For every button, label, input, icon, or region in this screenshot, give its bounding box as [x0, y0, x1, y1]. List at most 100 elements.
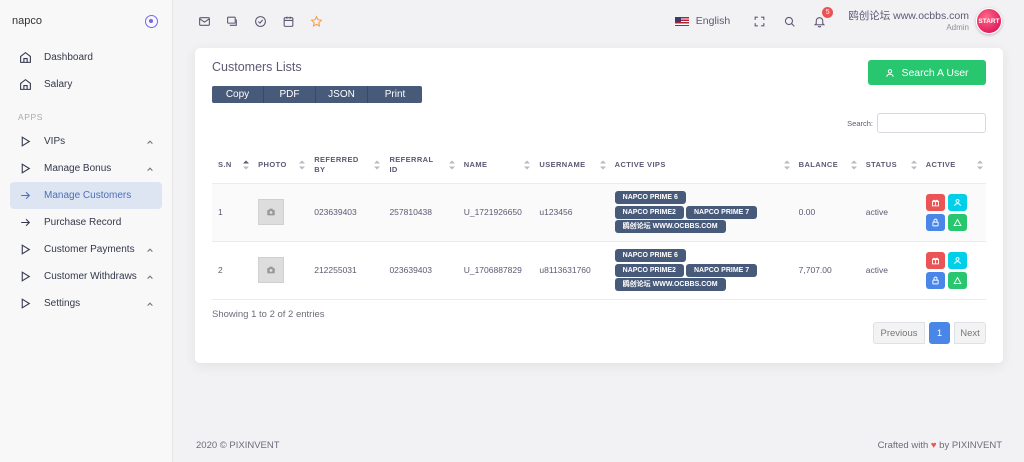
cell-balance: 7,707.00 [792, 241, 860, 300]
user-menu[interactable]: 鸥创论坛 www.ocbbs.com Admin START [848, 8, 1002, 34]
sidebar-item-manage-bonus[interactable]: Manage Bonus [10, 155, 162, 182]
column-header-referral-id[interactable]: REFERRAL ID [383, 147, 458, 184]
column-header-label: REFERRAL ID [389, 154, 434, 174]
column-header-label: ACTIVE VIPS [614, 159, 666, 169]
print-button[interactable]: Print [368, 86, 422, 103]
sidebar-item-salary[interactable]: Salary [10, 71, 162, 98]
column-header-label: BALANCE [798, 159, 839, 169]
sidebar-item-manage-customers[interactable]: Manage Customers [10, 182, 162, 209]
chevron-up-icon [146, 246, 154, 254]
column-header-active[interactable]: ACTIVE [919, 147, 986, 184]
sidebar-item-label: Manage Bonus [44, 163, 112, 174]
vip-badge: 鸥创论坛 WWW.OCBBS.COM [614, 220, 726, 233]
next-page-button[interactable]: Next [954, 322, 986, 344]
sidebar-section-label: APPS [18, 112, 44, 122]
vip-badge: 鸥创论坛 WWW.OCBBS.COM [614, 278, 726, 291]
play-icon [18, 162, 32, 176]
us-flag-icon [674, 16, 689, 26]
search-label: Search: [847, 118, 873, 128]
home-icon [18, 78, 32, 92]
sort-icon [783, 160, 790, 170]
vip-badge: NAPCO PRIME 6 [614, 191, 686, 204]
search-user-button[interactable]: Search A User [868, 60, 986, 85]
vip-badge: NAPCO PRIME 6 [614, 249, 686, 262]
language-switcher[interactable]: English [674, 15, 731, 27]
sidebar: napco Dashboard Salary APPS VIPs Manage … [0, 0, 173, 462]
vip-badge: NAPCO PRIME 7 [685, 264, 758, 277]
sidebar-item-customer-payments[interactable]: Customer Payments [10, 236, 162, 263]
customers-table: S.N PHOTO REFERRED BY REFERRAL ID NAME U… [212, 147, 986, 300]
chevron-up-icon [146, 300, 154, 308]
cell-status: active [859, 241, 920, 300]
calendar-icon[interactable] [281, 14, 295, 28]
topbar-right: English 5 鸥创论坛 www.ocbbs.com Admin START [674, 7, 1002, 34]
json-button[interactable]: JSON [316, 86, 368, 103]
sort-icon [977, 160, 983, 170]
cell-actions [919, 241, 986, 300]
chevron-up-icon [146, 273, 154, 281]
mail-icon[interactable] [197, 14, 211, 28]
play-icon [18, 270, 32, 284]
sidebar-item-label: Settings [44, 298, 81, 309]
user-role: Admin [946, 22, 969, 32]
previous-page-button[interactable]: Previous [873, 322, 925, 344]
avatar[interactable]: START [976, 8, 1002, 34]
vip-badge: NAPCO PRIME2 [614, 206, 684, 219]
photo-placeholder-icon[interactable] [258, 199, 285, 225]
search-icon[interactable] [782, 14, 796, 28]
column-header-label: PHOTO [258, 159, 287, 169]
column-header-balance[interactable]: BALANCE [792, 147, 860, 184]
lock-icon[interactable] [925, 213, 945, 231]
vip-badge: NAPCO PRIME 7 [685, 206, 758, 219]
triangle-icon[interactable] [947, 271, 967, 289]
table-row: 1 023639403 257810438 U_1721926650 u1234… [212, 183, 986, 242]
brand: napco [0, 0, 172, 42]
column-header-sn[interactable]: S.N [212, 147, 253, 184]
column-header-username[interactable]: USERNAME [533, 147, 609, 184]
sidebar-item-vips[interactable]: VIPs [10, 128, 162, 155]
triangle-icon[interactable] [947, 213, 967, 231]
sidebar-item-settings[interactable]: Settings [10, 290, 162, 317]
user-icon[interactable] [947, 251, 967, 269]
chat-icon[interactable] [225, 14, 239, 28]
chevron-up-icon [146, 138, 154, 146]
gift-icon[interactable] [925, 251, 945, 269]
arrow-right-icon [18, 189, 32, 203]
row-actions [925, 193, 980, 231]
sidebar-item-purchase-record[interactable]: Purchase Record [10, 209, 162, 236]
sort-icon [599, 160, 606, 170]
search-input[interactable] [877, 113, 986, 133]
play-icon [18, 297, 32, 311]
user-icon[interactable] [947, 193, 967, 211]
home-icon [18, 51, 32, 65]
column-header-active-vips[interactable]: ACTIVE VIPS [608, 147, 793, 184]
column-header-name[interactable]: NAME [457, 147, 534, 184]
user-icon [886, 68, 895, 77]
play-icon [18, 243, 32, 257]
check-circle-icon[interactable] [253, 14, 267, 28]
language-label: English [695, 15, 731, 27]
customers-card: Customers Lists Copy PDF JSON Print Sear… [195, 48, 1003, 363]
column-header-referred-by[interactable]: REFERRED BY [308, 147, 384, 184]
fullscreen-icon[interactable] [752, 14, 766, 28]
column-header-status[interactable]: STATUS [859, 147, 920, 184]
lock-icon[interactable] [925, 271, 945, 289]
copy-button[interactable]: Copy [212, 86, 264, 103]
page-1-button[interactable]: 1 [929, 322, 950, 344]
topbar: English 5 鸥创论坛 www.ocbbs.com Admin START [173, 0, 1024, 42]
cell-photo [252, 241, 309, 300]
column-header-label: NAME [463, 159, 488, 169]
sidebar-item-dashboard[interactable]: Dashboard [10, 44, 162, 71]
photo-placeholder-icon[interactable] [258, 257, 285, 283]
gift-icon[interactable] [925, 193, 945, 211]
column-header-photo[interactable]: PHOTO [252, 147, 309, 184]
column-header-label: ACTIVE [925, 159, 956, 169]
bell-icon[interactable]: 5 [812, 7, 834, 28]
pagination: Previous 1 Next [873, 322, 986, 344]
user-name: 鸥创论坛 www.ocbbs.com [848, 9, 969, 22]
sidebar-item-customer-withdraws[interactable]: Customer Withdraws [10, 263, 162, 290]
brand-name[interactable]: napco [12, 15, 42, 27]
sidebar-toggle-icon[interactable] [145, 14, 158, 28]
pdf-button[interactable]: PDF [264, 86, 316, 103]
star-icon[interactable] [309, 14, 323, 28]
